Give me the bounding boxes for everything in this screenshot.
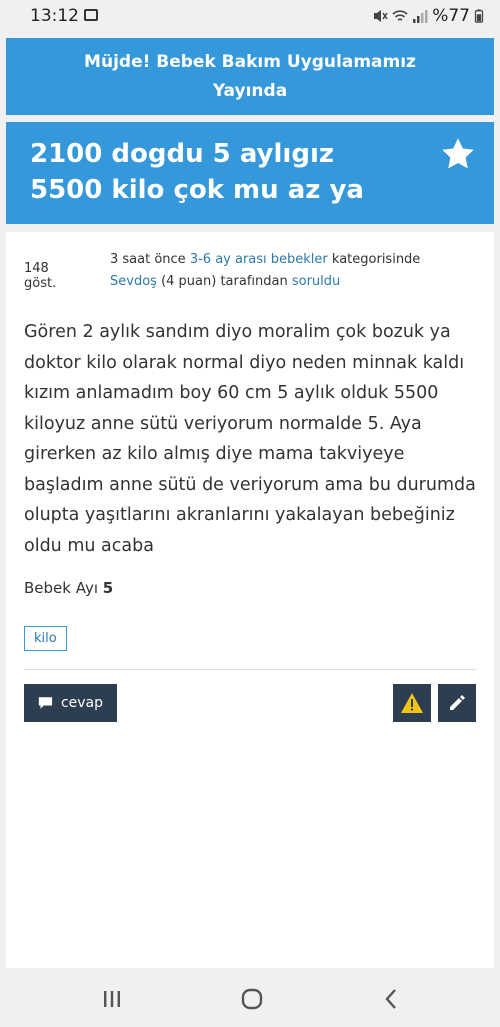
wifi-icon [392, 10, 408, 21]
time-ago: 3 saat önce [110, 252, 186, 267]
view-count: 148 göst. [24, 261, 57, 291]
edit-icon [450, 695, 465, 710]
answer-label: cevap [60, 695, 103, 711]
by-text: tarafından [220, 274, 288, 289]
question-info: 3 saat önce 3-6 ay arası bebekler katego… [110, 249, 490, 293]
signal-icon [413, 10, 428, 23]
baby-month-label: Bebek Ayı [24, 579, 99, 597]
author-link[interactable]: Sevdoş [110, 274, 157, 289]
question-card: 148 göst. 3 saat önce 3-6 ay arası bebek… [6, 232, 494, 968]
tag-kilo[interactable]: kilo [24, 626, 67, 651]
author-points: (4 puan) [161, 274, 217, 289]
question-title: 2100 dogdu 5 aylıgız 5500 kilo çok mu az… [30, 139, 364, 205]
question-body: Gören 2 aylık sandım diyo moralim çok bo… [24, 322, 476, 556]
promo-banner[interactable]: Müjde! Bebek Bakım Uygulamamız Yayında [6, 38, 494, 115]
warning-icon [401, 693, 423, 713]
edit-button[interactable] [438, 684, 476, 722]
recent-apps-icon[interactable] [98, 985, 126, 1013]
status-time: 13:12 [30, 6, 79, 26]
status-bar: 13:12 %77 [0, 0, 500, 34]
category-suffix: kategorisinde [331, 252, 421, 267]
category-link[interactable]: 3-6 ay arası bebekler [190, 252, 328, 267]
mute-icon [374, 10, 388, 22]
image-icon [84, 9, 98, 21]
back-icon[interactable] [378, 985, 406, 1013]
promo-banner-text: Müjde! Bebek Bakım Uygulamamız Yayında [84, 52, 416, 101]
answer-button[interactable]: cevap [24, 684, 117, 722]
action-link[interactable]: soruldu [292, 274, 340, 289]
comment-icon [38, 697, 53, 709]
divider [24, 669, 476, 670]
baby-month: Bebek Ayı 5 [24, 579, 113, 597]
home-icon[interactable] [238, 985, 266, 1013]
star-icon[interactable] [440, 136, 476, 172]
battery-icon [474, 9, 484, 23]
baby-month-value: 5 [102, 579, 114, 597]
report-button[interactable] [393, 684, 431, 722]
question-header: 2100 dogdu 5 aylıgız 5500 kilo çok mu az… [6, 122, 494, 224]
battery-level: %77 [432, 6, 470, 26]
system-nav-bar [0, 969, 500, 1027]
